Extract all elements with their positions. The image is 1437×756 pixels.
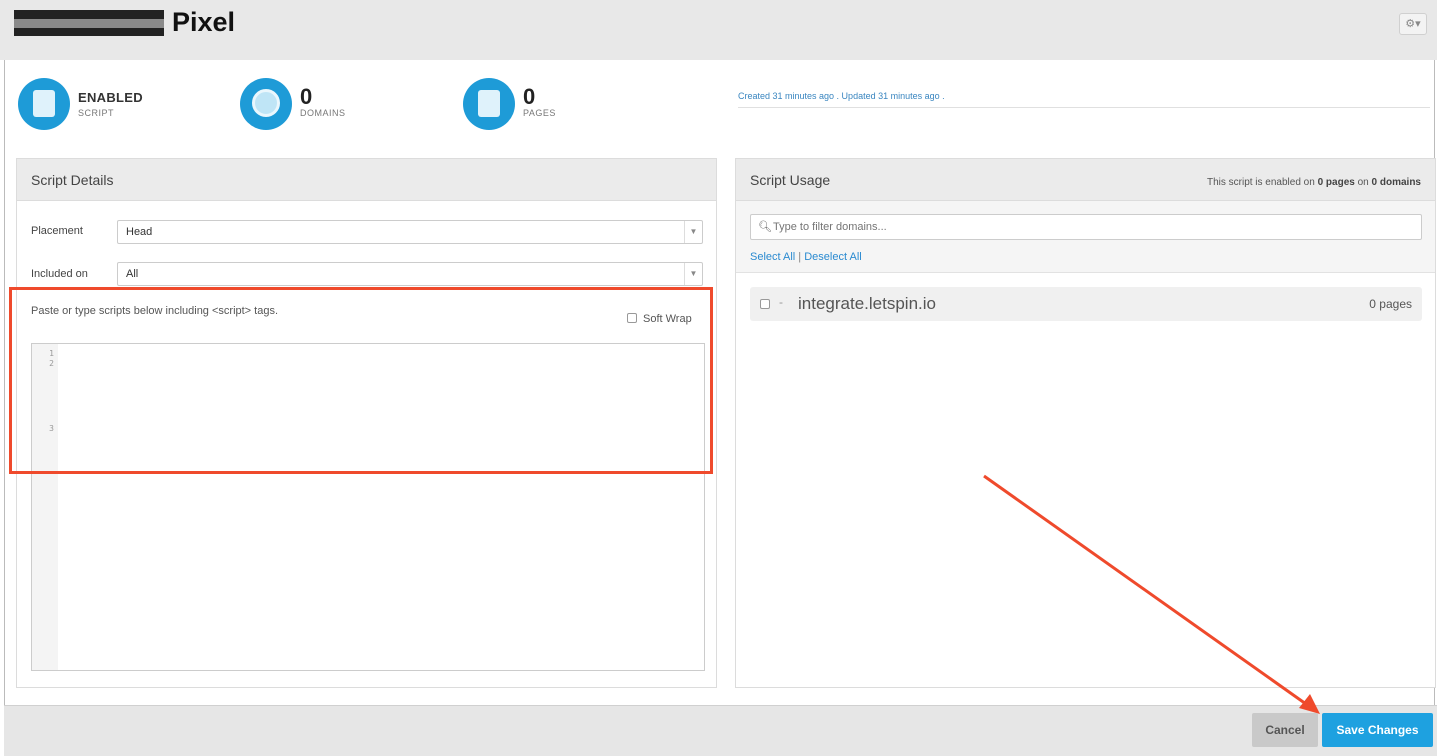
domain-page-count: 0 pages bbox=[1369, 297, 1412, 311]
divider bbox=[738, 107, 1430, 108]
domain-prefix: - bbox=[779, 295, 783, 309]
chevron-down-icon: ▼ bbox=[684, 263, 702, 285]
placement-label: Placement bbox=[31, 225, 83, 237]
globe-icon bbox=[240, 78, 292, 130]
stat-script-status: ENABLED SCRIPT bbox=[18, 78, 218, 134]
panel-title: Script Details bbox=[31, 172, 114, 188]
annotation-highlight-box bbox=[9, 287, 713, 474]
list-item[interactable]: - integrate.letspin.io 0 pages bbox=[750, 287, 1422, 321]
link-separator: | bbox=[795, 251, 805, 263]
filter-area: 🔍︎ Select All | Deselect All bbox=[736, 201, 1435, 273]
created-updated-text: Created 31 minutes ago . Updated 31 minu… bbox=[738, 91, 945, 101]
cancel-button[interactable]: Cancel bbox=[1252, 713, 1318, 747]
included-on-label: Included on bbox=[31, 268, 88, 280]
chevron-down-icon: ▼ bbox=[684, 221, 702, 243]
usage-note-prefix: This script is enabled on bbox=[1206, 177, 1318, 188]
gear-icon[interactable]: ⚙▾ bbox=[1399, 13, 1427, 35]
deselect-all-link[interactable]: Deselect All bbox=[804, 251, 861, 263]
panel-header: Script Details bbox=[17, 159, 716, 201]
pages-icon bbox=[463, 78, 515, 130]
panel-title: Script Usage bbox=[750, 172, 831, 188]
redacted-title-part bbox=[14, 10, 164, 36]
select-all-link[interactable]: Select All bbox=[750, 251, 795, 263]
stat-pages: 0 PAGES bbox=[463, 78, 663, 134]
selection-links: Select All | Deselect All bbox=[750, 251, 862, 263]
usage-summary: This script is enabled on 0 pages on 0 d… bbox=[1207, 177, 1421, 188]
script-scroll-icon bbox=[18, 78, 70, 130]
stat-value: ENABLED bbox=[78, 90, 143, 105]
usage-pages-count: 0 pages bbox=[1317, 177, 1355, 188]
stat-label: SCRIPT bbox=[78, 108, 115, 118]
domain-filter-input[interactable] bbox=[773, 219, 1413, 235]
stat-label: DOMAINS bbox=[300, 108, 346, 118]
domain-name: integrate.letspin.io bbox=[798, 294, 936, 313]
usage-domains-count: 0 domains bbox=[1371, 177, 1421, 188]
search-icon: 🔍︎ bbox=[758, 221, 772, 233]
stat-domains: 0 DOMAINS bbox=[240, 78, 440, 134]
domain-checkbox[interactable] bbox=[760, 299, 770, 309]
footer-bar bbox=[4, 705, 1437, 756]
top-bar: Pixel ⚙▾ bbox=[0, 0, 1437, 60]
stat-label: PAGES bbox=[523, 108, 556, 118]
included-on-value: All bbox=[126, 268, 139, 280]
usage-note-mid: on bbox=[1354, 177, 1372, 188]
stat-value: 0 bbox=[523, 84, 536, 109]
placement-select[interactable]: Head ▼ bbox=[117, 220, 703, 244]
script-usage-panel: Script Usage This script is enabled on 0… bbox=[735, 158, 1436, 688]
page-title: Pixel bbox=[172, 7, 236, 37]
save-changes-button[interactable]: Save Changes bbox=[1322, 713, 1433, 747]
domain-filter[interactable]: 🔍︎ bbox=[750, 214, 1422, 240]
placement-value: Head bbox=[126, 226, 153, 238]
stat-value: 0 bbox=[300, 84, 313, 109]
panel-header: Script Usage This script is enabled on 0… bbox=[736, 159, 1435, 201]
included-on-select[interactable]: All ▼ bbox=[117, 262, 703, 286]
